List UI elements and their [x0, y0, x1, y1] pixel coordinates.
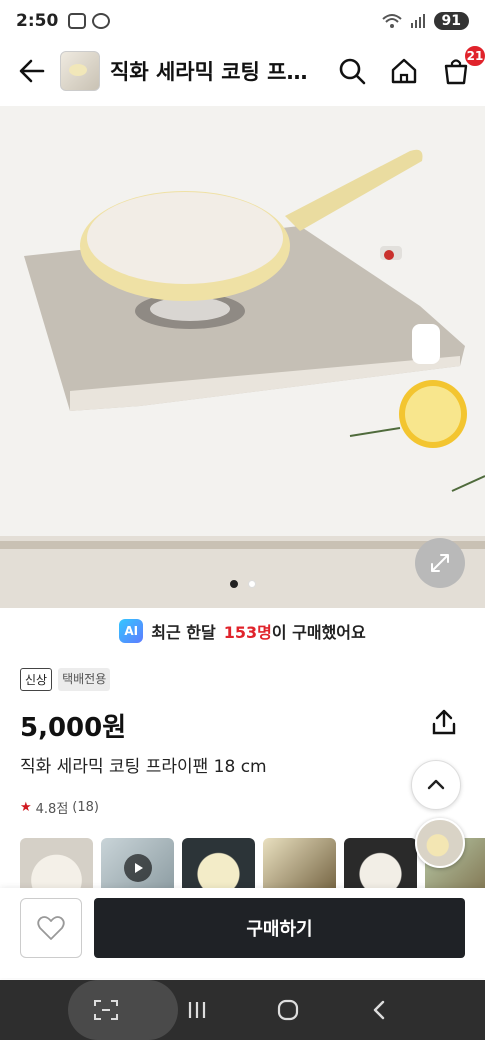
ai-summary-count: 153명	[223, 623, 272, 642]
app-notification-icon	[92, 13, 111, 29]
carousel-dot	[229, 580, 238, 588]
product-photo	[0, 106, 485, 608]
share-icon	[432, 709, 456, 735]
review-count: (18)	[72, 800, 99, 815]
recent-apps-button[interactable]	[180, 993, 214, 1027]
battery-indicator: 91	[433, 12, 469, 30]
carousel-indicator	[0, 580, 485, 588]
play-icon	[123, 854, 152, 882]
gallery-thumbnail[interactable]	[263, 838, 336, 888]
buy-button[interactable]: 구매하기	[94, 898, 465, 958]
gallery-thumbnail[interactable]	[344, 838, 417, 888]
purchase-bar: 구매하기	[0, 888, 485, 978]
gallery-thumbnail[interactable]	[182, 838, 255, 888]
scroll-to-top-button[interactable]	[411, 760, 461, 810]
chevron-left-icon	[374, 1000, 385, 1020]
rating-value: 4.8점	[35, 802, 69, 817]
ai-badge-icon: AI	[119, 619, 144, 643]
floating-product-thumbnail[interactable]	[415, 818, 465, 868]
product-price: 5,000원	[20, 713, 127, 743]
page-title: 직화 세라믹 코팅 프라이팬 18 cm	[110, 60, 310, 84]
home-button[interactable]	[387, 54, 421, 88]
tag-new: 신상	[20, 668, 53, 691]
ai-purchase-summary: AI 최근 한달 153명이 구매했어요	[0, 618, 485, 644]
product-name: 직화 세라믹 코팅 프라이팬 18 cm	[20, 757, 267, 777]
expand-icon	[431, 554, 449, 572]
signal-icon	[410, 14, 425, 28]
nav-pill-highlight	[68, 980, 178, 1040]
home-icon	[391, 58, 417, 84]
cart-count-badge: 21	[463, 44, 485, 68]
wishlist-button[interactable]	[20, 898, 82, 958]
home-circle-icon	[278, 999, 299, 1021]
chevron-up-icon	[427, 779, 445, 790]
product-thumbnail	[60, 51, 100, 91]
carousel-dot	[247, 580, 256, 588]
arrow-left-icon	[19, 59, 45, 83]
system-navigation-bar	[0, 980, 485, 1040]
status-bar: 2:50 91	[0, 0, 485, 42]
share-button[interactable]	[429, 707, 461, 739]
scan-icon	[93, 1000, 118, 1020]
gallery-video-thumbnail[interactable]	[101, 838, 174, 888]
star-icon: ★	[20, 800, 32, 815]
cart-button[interactable]: 21	[439, 44, 485, 88]
product-rating[interactable]: ★ 4.8점 (18)	[20, 798, 99, 817]
app-header: 직화 세라믹 코팅 프라이팬 18 cm 21	[0, 42, 485, 100]
ai-summary-prefix: 최근 한달	[151, 623, 216, 642]
expand-image-button[interactable]	[415, 538, 465, 588]
gallery-thumbnail[interactable]	[20, 838, 93, 888]
back-button[interactable]	[12, 51, 52, 91]
capture-button[interactable]	[89, 993, 123, 1027]
product-tags: 신상 택배전용	[20, 668, 111, 691]
heart-icon	[37, 916, 65, 940]
back-nav-button[interactable]	[362, 993, 396, 1027]
tag-delivery-only: 택배전용	[58, 668, 111, 691]
screenshot-icon	[68, 13, 87, 29]
wifi-icon	[381, 14, 402, 28]
product-image-carousel[interactable]	[0, 106, 485, 608]
home-nav-button[interactable]	[271, 993, 305, 1027]
search-icon	[339, 58, 366, 85]
status-time: 2:50	[16, 11, 59, 31]
search-button[interactable]	[335, 54, 369, 88]
recent-apps-icon	[188, 1002, 205, 1018]
ai-summary-suffix: 이 구매했어요	[271, 623, 366, 642]
